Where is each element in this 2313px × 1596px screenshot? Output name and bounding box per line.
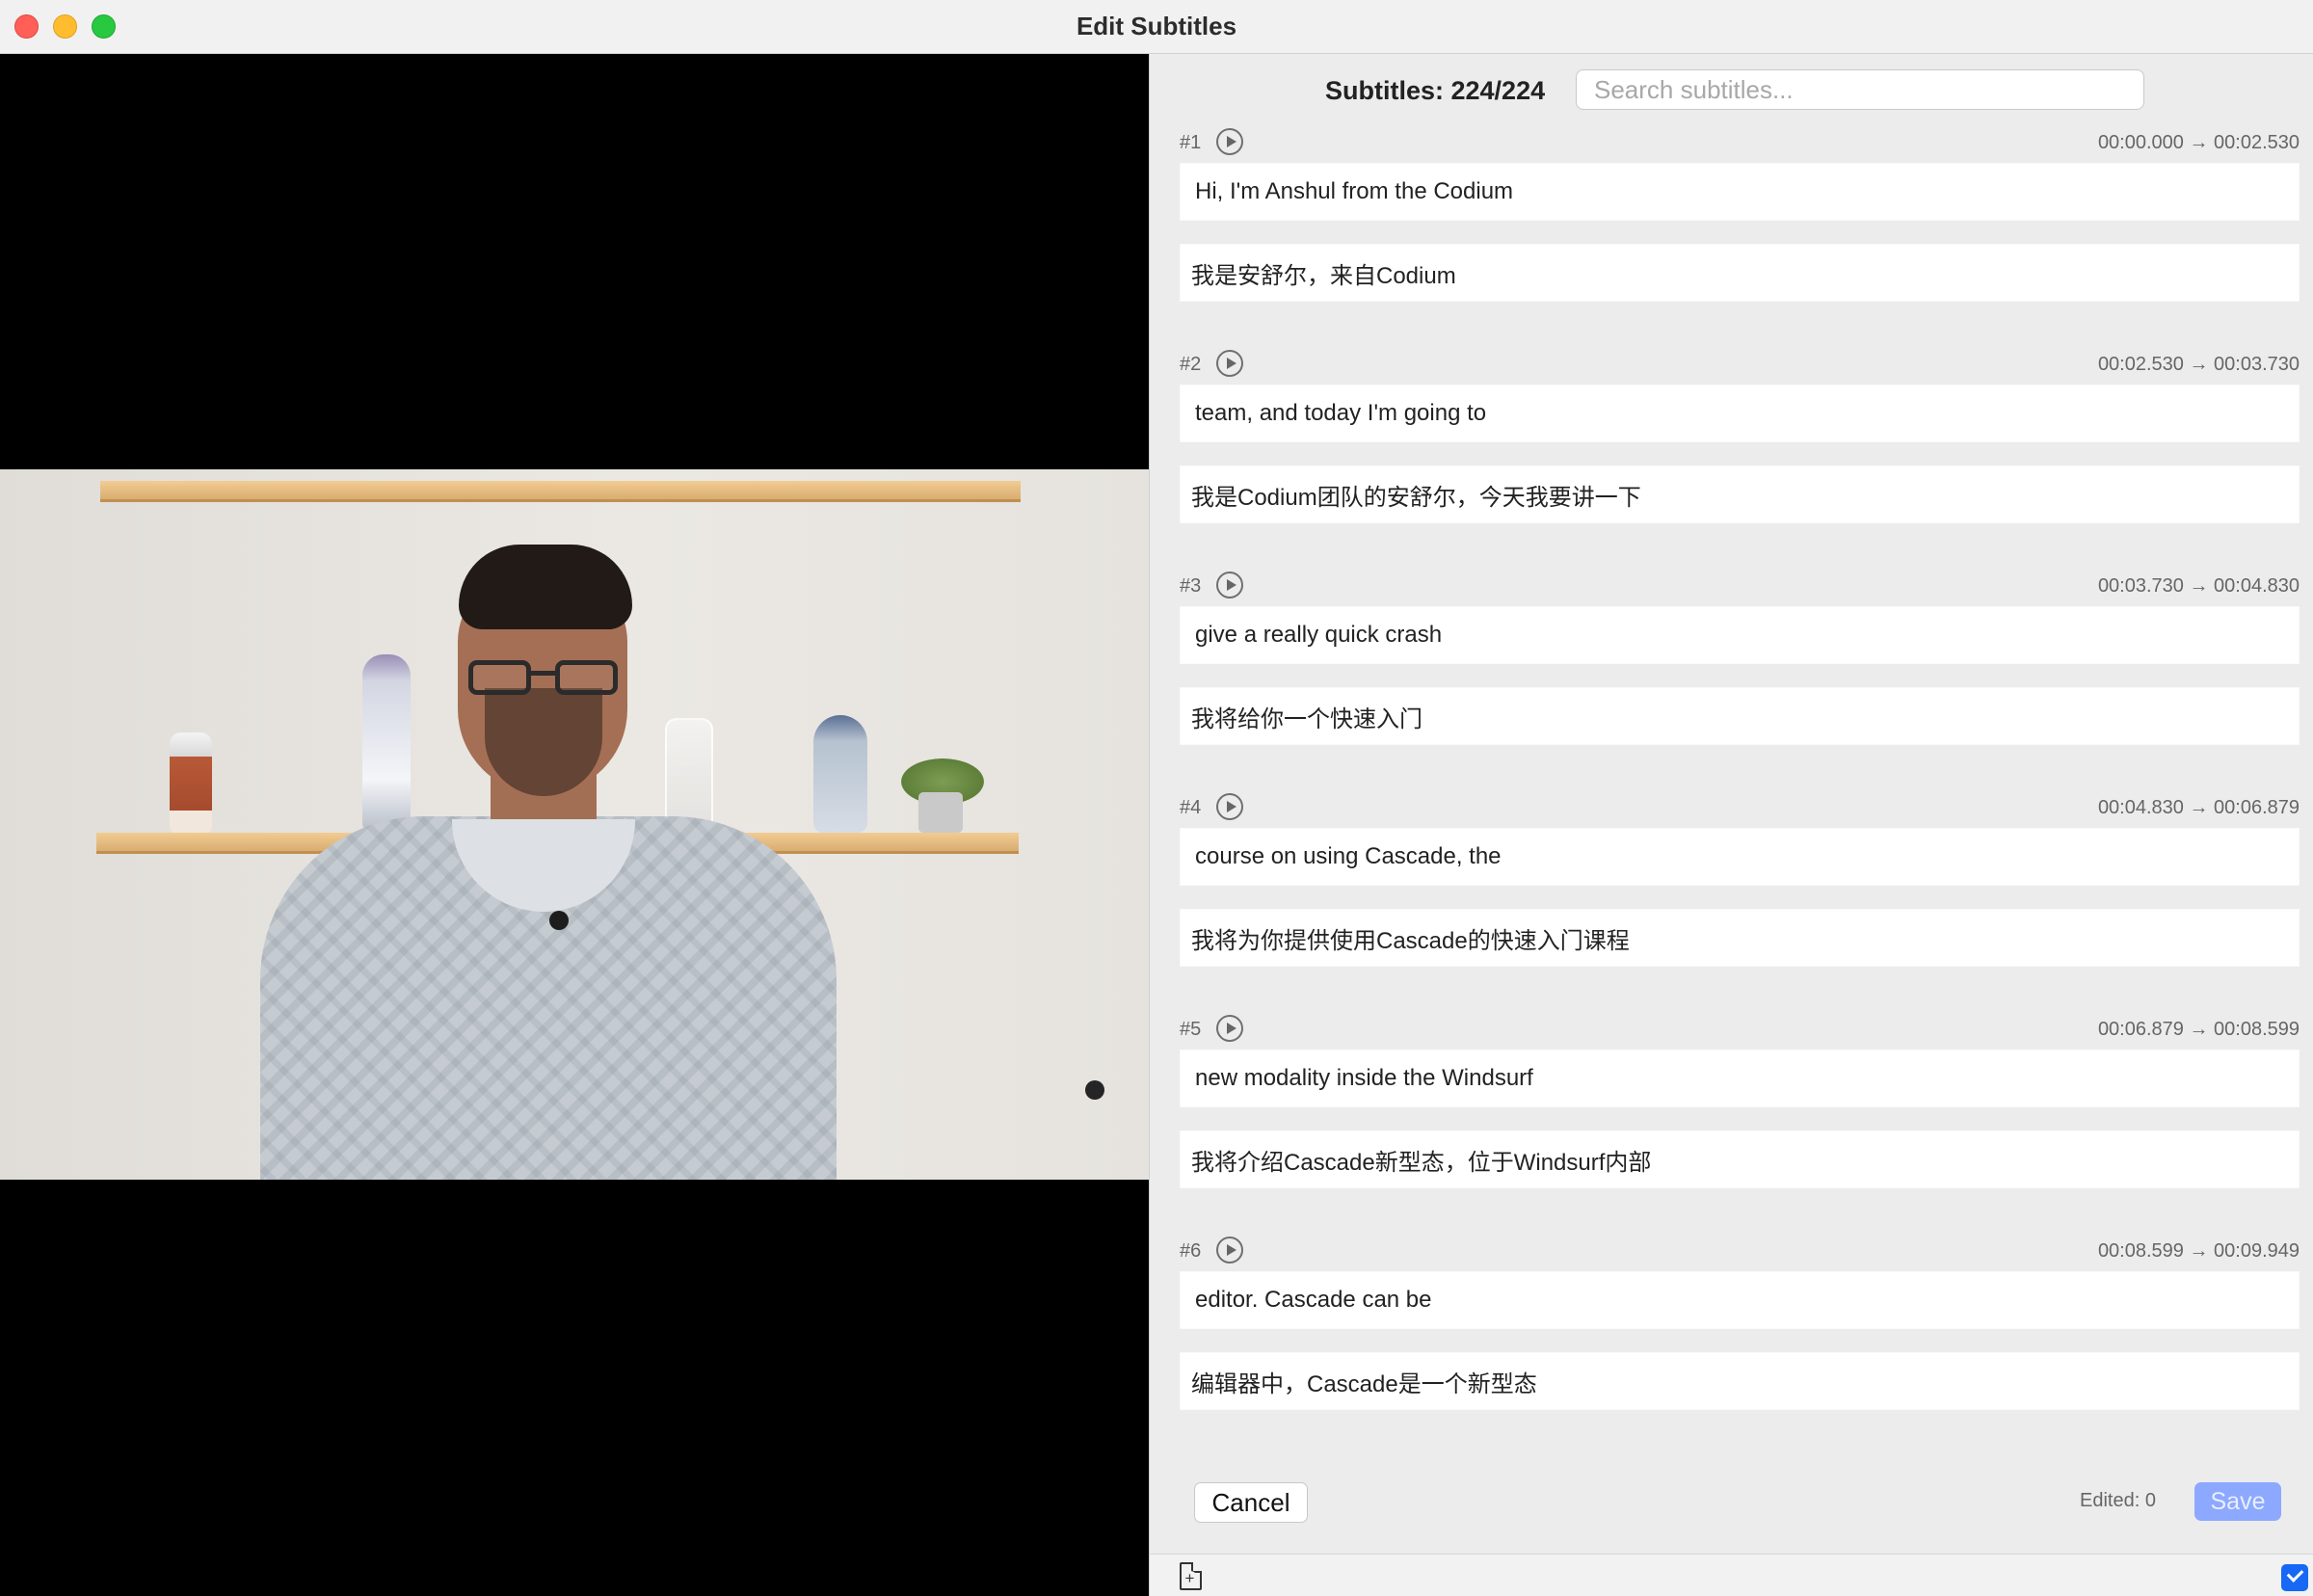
play-icon[interactable] [1216, 1015, 1243, 1042]
subtitle-entry: #5 00:06.879 → 00:08.599 [1180, 1014, 2300, 1207]
subtitle-entry: #3 00:03.730 → 00:04.830 [1180, 571, 2300, 763]
subtitle-search-input[interactable] [1576, 69, 2144, 110]
video-preview-pane[interactable] [0, 54, 1149, 1596]
edited-count: Edited: 0 [2080, 1490, 2156, 1511]
play-icon[interactable] [1216, 1237, 1243, 1264]
cancel-button[interactable]: Cancel [1194, 1482, 1308, 1523]
glasses-lens [555, 660, 618, 695]
speaker-hair [459, 545, 632, 629]
translated-subtitle-input[interactable] [1180, 1352, 2300, 1410]
edit-subtitles-window: Edit Subtitles Subtitles: 224/224 Search… [0, 0, 2313, 1596]
window-title: Edit Subtitles [1076, 12, 1237, 40]
subtitle-entry: #1 00:00.000 → 00:02.530 [1180, 127, 2300, 320]
glasses-bridge [529, 671, 557, 676]
subtitle-number: #6 [1180, 1240, 1202, 1262]
subtitle-time-range: 00:00.000 → 00:02.530 [2097, 132, 2300, 153]
decorative-bottle [170, 732, 212, 833]
window-titlebar: Edit Subtitles [0, 0, 2313, 54]
play-icon[interactable] [1216, 350, 1243, 377]
subtitle-time-range: 00:06.879 → 00:08.599 [2097, 1019, 2300, 1040]
original-subtitle-input[interactable] [1180, 385, 2300, 442]
speaker-figure [216, 545, 871, 1180]
document-add-icon[interactable] [1180, 1562, 1202, 1590]
subtitle-list[interactable]: #1 00:00.000 → 00:02.530 #2 00:02.530 → … [1150, 127, 2313, 1525]
subtitle-editor-pane: Subtitles: 224/224 #1 00:00.000 → 00:02.… [1149, 54, 2313, 1596]
subtitle-count: Subtitles: 224/224 [1325, 76, 1546, 105]
bottom-status-strip [1150, 1554, 2313, 1596]
subtitle-entry: #2 00:02.530 → 00:03.730 [1180, 349, 2300, 542]
subtitle-number: #1 [1180, 132, 1202, 153]
play-icon[interactable] [1216, 572, 1243, 598]
subtitle-time-range: 00:04.830 → 00:06.879 [2097, 797, 2300, 818]
subtitle-number: #2 [1180, 354, 1202, 375]
checkmark-icon[interactable] [2281, 1564, 2308, 1591]
translated-subtitle-input[interactable] [1180, 909, 2300, 967]
original-subtitle-input[interactable] [1180, 163, 2300, 221]
subtitle-time-range: 00:02.530 → 00:03.730 [2097, 354, 2300, 375]
subtitle-entry: #6 00:08.599 → 00:09.949 [1180, 1236, 2300, 1428]
original-subtitle-input[interactable] [1180, 828, 2300, 886]
subtitle-editor-header: Subtitles: 224/224 [1150, 69, 2313, 112]
original-subtitle-input[interactable] [1180, 606, 2300, 664]
plant-pot [918, 792, 963, 833]
play-icon[interactable] [1216, 128, 1243, 155]
subtitle-time-range: 00:08.599 → 00:09.949 [2097, 1240, 2300, 1262]
video-frame[interactable] [0, 469, 1149, 1180]
translated-subtitle-input[interactable] [1180, 1130, 2300, 1188]
subtitle-number: #4 [1180, 797, 1202, 818]
speaker-glasses [468, 660, 621, 697]
translated-subtitle-input[interactable] [1180, 244, 2300, 302]
upper-shelf [100, 481, 1021, 502]
lapel-mic [549, 911, 569, 930]
glasses-lens [468, 660, 531, 695]
translated-subtitle-input[interactable] [1180, 466, 2300, 523]
play-icon[interactable] [1216, 793, 1243, 820]
subtitle-time-range: 00:03.730 → 00:04.830 [2097, 575, 2300, 597]
original-subtitle-input[interactable] [1180, 1050, 2300, 1107]
subtitle-number: #5 [1180, 1019, 1202, 1040]
subtitle-number: #3 [1180, 575, 1202, 597]
subtitle-entry: #4 00:04.830 → 00:06.879 [1180, 792, 2300, 985]
save-button[interactable]: Save [2194, 1482, 2281, 1521]
original-subtitle-input[interactable] [1180, 1271, 2300, 1329]
translated-subtitle-input[interactable] [1180, 687, 2300, 745]
wall-dot [1085, 1080, 1104, 1100]
